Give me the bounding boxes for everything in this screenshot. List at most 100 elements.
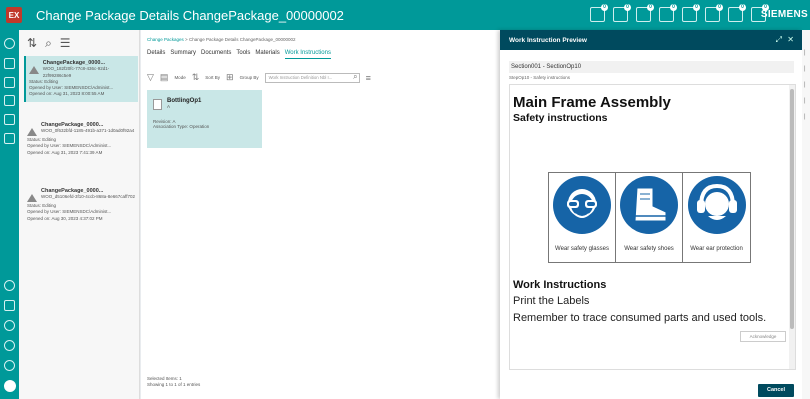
acknowledge-button[interactable]: Acknowledge xyxy=(740,331,786,342)
chart-icon[interactable] xyxy=(4,77,15,88)
entries-count: Showing 1 to 1 of 1 entries xyxy=(147,382,201,387)
search-placeholder: Work Instruction Definition Nbl I... xyxy=(268,74,333,80)
list-item[interactable]: ChangePackage_0000... WOO_182f20fc-77c8-4… xyxy=(24,56,138,102)
refresh-icon[interactable] xyxy=(4,280,15,291)
instruction-document: Main Frame Assembly Safety instructions … xyxy=(509,84,796,370)
ear-protection-sign: Wear ear protection xyxy=(683,173,750,262)
badge: 0 xyxy=(693,4,700,11)
user-avatar[interactable] xyxy=(4,380,16,392)
scrollbar[interactable] xyxy=(789,85,795,369)
side-marker: | xyxy=(804,82,806,88)
app-logo[interactable]: EX xyxy=(6,7,22,23)
change-package-icon xyxy=(29,66,39,75)
card-opened-on: Opened on: Aug 30, 2023 4:37:02 PM xyxy=(27,215,103,221)
settings-icon[interactable] xyxy=(4,360,15,371)
tab-details[interactable]: Details xyxy=(147,50,165,59)
caption: Wear safety shoes xyxy=(624,246,674,252)
change-package-icon xyxy=(27,128,37,137)
expand-icon[interactable]: ⤢ xyxy=(776,35,782,45)
preview-title: Work Instruction Preview xyxy=(509,37,587,44)
document-icon[interactable] xyxy=(4,300,15,311)
sort-icon[interactable]: ⇅ xyxy=(27,36,37,50)
tab-documents[interactable]: Documents xyxy=(201,50,231,59)
list-item[interactable]: ChangePackage_0000... WOO_d5106efd-3f10-4… xyxy=(24,184,138,226)
back-icon[interactable] xyxy=(4,38,15,49)
card-association: Association Type: Operation xyxy=(153,124,210,129)
list-header: ⇅ ⌕ ☰ xyxy=(19,30,139,56)
mode-button[interactable]: Mode xyxy=(174,75,185,80)
notification-icon-4[interactable]: 0 xyxy=(659,4,677,22)
card-subtitle: A xyxy=(167,104,171,109)
notification-icon-1[interactable]: 0 xyxy=(590,4,608,22)
tab-bar: Details Summary Documents Tools Material… xyxy=(147,50,331,59)
badge: 0 xyxy=(601,4,608,11)
side-marker: | xyxy=(804,114,806,120)
search-input[interactable]: Work Instruction Definition Nbl I... ⌕ xyxy=(264,72,360,83)
grid-icon[interactable] xyxy=(4,133,15,144)
info-icon[interactable] xyxy=(4,340,15,351)
mode-icon[interactable]: ▤ xyxy=(160,72,169,83)
breadcrumb-root[interactable]: Change Packages xyxy=(147,37,184,42)
card-id: WOO_182f20fc-77c8-436c-92d1-22f99286c5e9 xyxy=(42,66,110,78)
work-instruction-card[interactable]: BottlingOp1 A Revision: A Association Ty… xyxy=(147,90,262,148)
brand-logo: SIEMENS xyxy=(760,9,808,20)
side-marker: | xyxy=(804,66,806,72)
notification-icon-7[interactable]: 0 xyxy=(728,4,746,22)
side-marker: | xyxy=(804,50,806,56)
notification-icon-2[interactable]: 0 xyxy=(613,4,631,22)
card-id: WOO_0f632bfd-1185-491b-a371-1d0ad0f92a4 xyxy=(41,128,135,134)
section-label: Section001 - SectionOp10 xyxy=(509,61,794,73)
work-instruction-preview-panel: Work Instruction Preview ⤢ ✕ Section001 … xyxy=(500,30,802,399)
tab-tools[interactable]: Tools xyxy=(236,50,250,59)
card-opened-on: Opened on: Aug 31, 2023 8:00:55 AM xyxy=(29,91,105,97)
toolbar: ▽ ▤ Mode ⇅ Sort By ⊞ Group By Work Instr… xyxy=(147,72,371,83)
caption: Wear safety glasses xyxy=(555,246,609,252)
list-item[interactable]: ChangePackage_0000... WOO_0f632bfd-1185-4… xyxy=(24,118,138,160)
list-footer: Selected Items: 1 Showing 1 to 1 of 1 en… xyxy=(147,376,200,388)
card-id: WOO_d5106efd-3f10-4ccb-868a-8e667caff702 xyxy=(41,194,135,200)
sort-icon[interactable]: ⇅ xyxy=(192,72,200,83)
filter-icon[interactable]: ☰ xyxy=(60,36,71,50)
tab-work-instructions[interactable]: Work Instructions xyxy=(284,50,331,59)
badge: 0 xyxy=(647,4,654,11)
cancel-button[interactable]: Cancel xyxy=(758,384,794,397)
filter-icon[interactable]: ▽ xyxy=(147,72,154,83)
safety-shoes-sign: Wear safety shoes xyxy=(616,173,683,262)
work-instructions-heading: Work Instructions xyxy=(513,279,607,291)
step-label: StepOp10 - Safety instructions xyxy=(509,75,571,80)
caption: Wear ear protection xyxy=(690,246,743,252)
badge: 0 xyxy=(624,4,631,11)
badge: 0 xyxy=(670,4,677,11)
badge: 0 xyxy=(716,4,723,11)
instruction-line: Remember to trace consumed parts and use… xyxy=(513,312,767,324)
settings-sliders-icon[interactable]: ≡ xyxy=(366,73,371,83)
monitor-icon[interactable] xyxy=(4,95,15,106)
group-icon[interactable]: ⊞ xyxy=(226,72,234,83)
breadcrumb: Change Packages > Change Package Details… xyxy=(147,37,296,42)
instruction-line: Print the Labels xyxy=(513,295,590,307)
group-button[interactable]: Group By xyxy=(240,75,259,80)
tab-materials[interactable]: Materials xyxy=(255,50,279,59)
workflow-icon[interactable] xyxy=(4,114,15,125)
page-title: Change Package Details ChangePackage_000… xyxy=(36,7,344,23)
notification-icon-3[interactable]: 0 xyxy=(636,4,654,22)
change-package-list: ⇅ ⌕ ☰ ChangePackage_0000... WOO_182f20fc-… xyxy=(19,30,140,399)
search-icon[interactable]: ⌕ xyxy=(45,36,52,51)
notification-icon-5[interactable]: 0 xyxy=(682,4,700,22)
sort-button[interactable]: Sort By xyxy=(205,75,220,80)
help-icon[interactable] xyxy=(4,320,15,331)
notification-icon-6[interactable]: 0 xyxy=(705,4,723,22)
safety-glasses-sign: Wear safety glasses xyxy=(549,173,616,262)
document-heading: Main Frame Assembly xyxy=(513,94,671,111)
close-icon[interactable]: ✕ xyxy=(787,35,794,44)
ear-protection-icon xyxy=(687,176,746,234)
document-subheading: Safety instructions xyxy=(513,112,608,124)
scrollbar-thumb[interactable] xyxy=(790,89,794,329)
top-bar: EX Change Package Details ChangePackage_… xyxy=(0,0,810,30)
search-icon[interactable]: ⌕ xyxy=(353,72,357,82)
home-icon[interactable] xyxy=(4,58,15,69)
breadcrumb-current: Change Package Details ChangePackage_000… xyxy=(188,37,296,42)
left-nav-rail xyxy=(0,30,19,399)
document-icon xyxy=(153,99,162,110)
tab-summary[interactable]: Summary xyxy=(170,50,196,59)
